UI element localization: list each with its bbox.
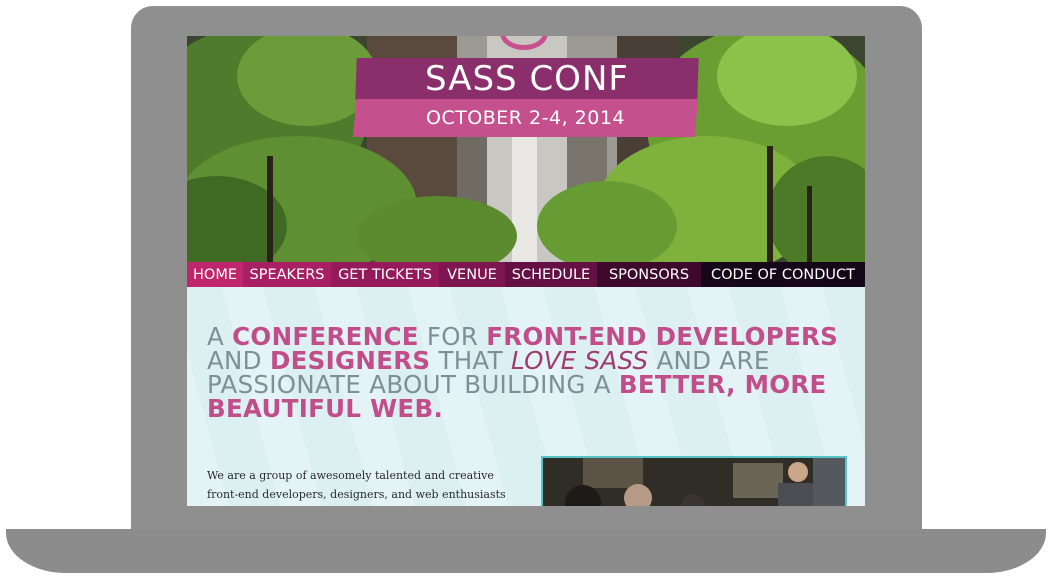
- site-title-banner: SASS CONF: [355, 58, 699, 100]
- hero-image: SASS CONF OCTOBER 2-4, 2014: [187, 36, 865, 262]
- nav-label: SCHEDULE: [511, 266, 591, 283]
- nav-home[interactable]: HOME: [187, 262, 243, 287]
- laptop-screen: SASS CONF OCTOBER 2-4, 2014 HOME SPEAKER…: [187, 36, 865, 506]
- nav-schedule[interactable]: SCHEDULE: [505, 262, 597, 287]
- nav-label: CODE OF CONDUCT: [711, 266, 855, 283]
- nav-label: SPEAKERS: [249, 266, 325, 283]
- conference-photo: [541, 456, 847, 506]
- laptop-base: [6, 529, 1046, 573]
- main-nav: HOME SPEAKERS GET TICKETS VENUE SCHEDULE…: [187, 262, 865, 287]
- nav-venue[interactable]: VENUE: [439, 262, 505, 287]
- event-date: OCTOBER 2-4, 2014: [425, 107, 626, 129]
- nav-sponsors[interactable]: SPONSORS: [597, 262, 701, 287]
- nav-label: HOME: [193, 266, 237, 283]
- nav-label: GET TICKETS: [338, 266, 432, 283]
- main-content: A CONFERENCE FOR FRONT-END DEVELOPERS AN…: [187, 287, 865, 506]
- nav-get-tickets[interactable]: GET TICKETS: [331, 262, 439, 287]
- nav-label: SPONSORS: [608, 266, 690, 283]
- people-photo-illustration: [543, 458, 845, 506]
- conference-tagline: A CONFERENCE FOR FRONT-END DEVELOPERS AN…: [207, 324, 847, 421]
- nav-speakers[interactable]: SPEAKERS: [243, 262, 331, 287]
- site-title: SASS CONF: [425, 59, 629, 99]
- event-date-banner: OCTOBER 2-4, 2014: [353, 99, 698, 137]
- nav-code-of-conduct[interactable]: CODE OF CONDUCT: [701, 262, 865, 287]
- about-paragraph: We are a group of awesomely talented and…: [207, 469, 506, 501]
- nav-label: VENUE: [447, 266, 497, 283]
